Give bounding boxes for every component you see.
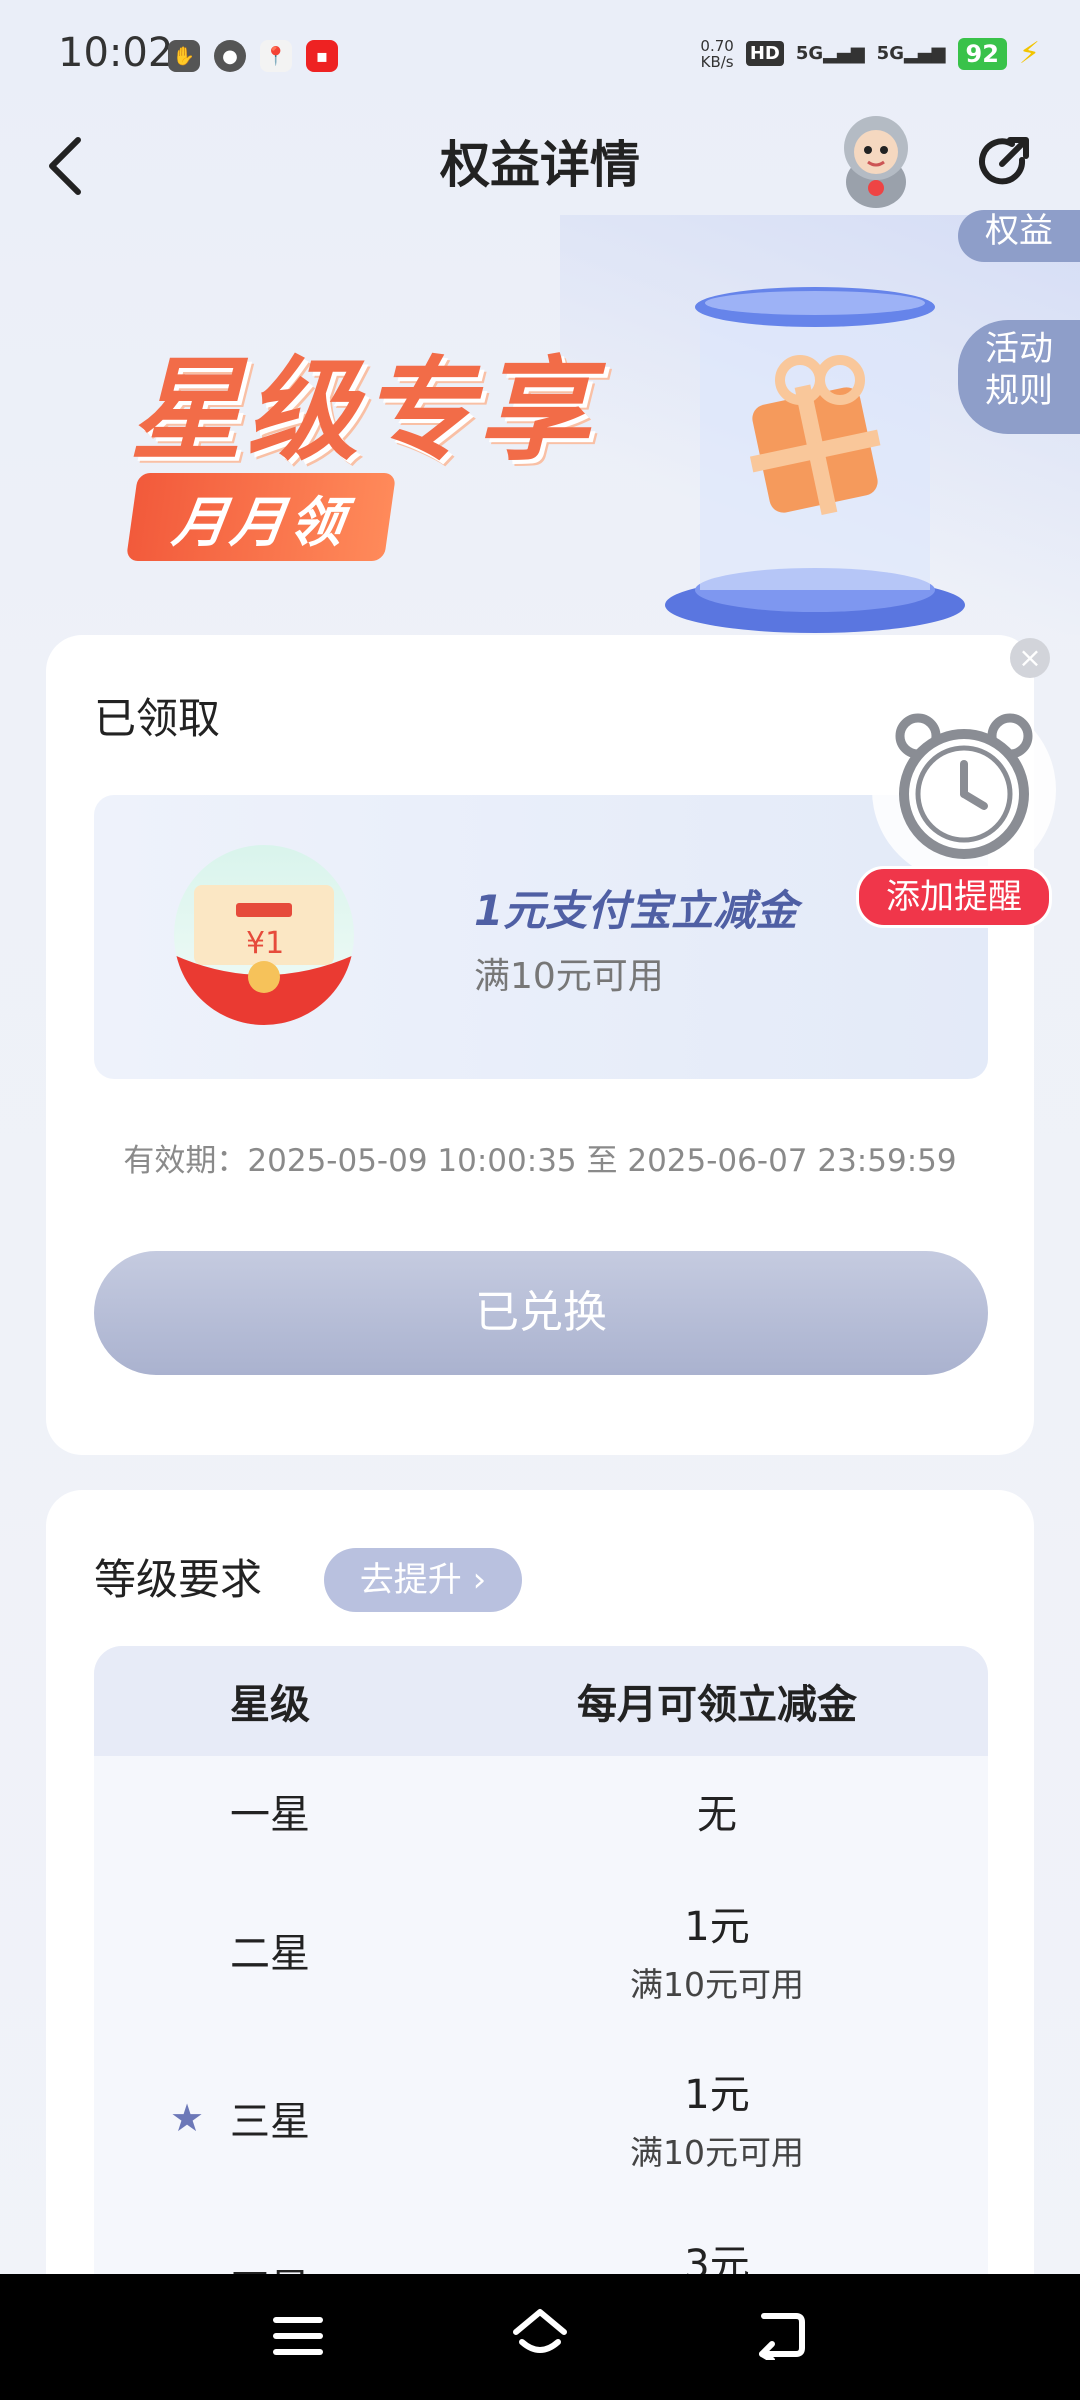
table-row: 二星 1元 满10元可用 [94, 1866, 988, 2034]
banner-title: 星级专享 [130, 346, 594, 476]
red-packet-image: ¥1 [174, 845, 354, 1025]
row-amount-condition: 满10元可用 [630, 2133, 804, 2172]
gift-jar-illustration [660, 285, 970, 635]
level-requirement-card: 等级要求 去提升 › 星级 每月可领立减金 一星 无 二星 1元 满10元可用 [46, 1490, 1034, 2400]
banner-tag: 月月领 [125, 473, 397, 561]
table-header: 星级 每月可领立减金 [94, 1646, 988, 1756]
network-speed-value: 0.70 [700, 36, 734, 55]
share-icon [979, 137, 1029, 185]
shop-icon: ▪ [306, 40, 338, 72]
red-packet-amount: ¥1 [246, 926, 284, 961]
side-tab-benefits-label: 权益 [985, 211, 1053, 251]
upgrade-button-label: 去提升 [359, 1560, 462, 1600]
sim2-label: 5G [876, 43, 904, 64]
share-button[interactable] [972, 130, 1036, 194]
sim1-label: 5G [795, 43, 824, 64]
hd-icon: HD [745, 41, 784, 66]
banner-tag-label: 月月领 [168, 490, 352, 554]
status-time: 10:02 [58, 30, 174, 76]
row-amount: 1元 满10元可用 [446, 2062, 988, 2174]
row-level: 二星 [230, 1931, 310, 1977]
row-level: 一星 [230, 1792, 310, 1838]
chevron-right-icon: › [472, 1560, 487, 1600]
table-row-current: ★ 三星 1元 满10元可用 [94, 2034, 988, 2202]
claimed-section-title: 已领取 [94, 694, 221, 743]
signal-icon-sim2: 5G▂▄▆ [876, 43, 946, 64]
add-reminder-button[interactable]: 添加提醒 [856, 866, 1052, 928]
row-amount: 1元 满10元可用 [446, 1894, 988, 2006]
charging-icon: ⚡ [1018, 36, 1040, 71]
hero-banner: 星级专享 月月领 权益 活动 规则 [0, 210, 1080, 635]
back-nav-icon[interactable] [754, 2308, 806, 2360]
signal-icon-sim1: 5G▂▄▆ [795, 43, 865, 64]
status-indicators: 0.70 KB/s HD 5G▂▄▆ 5G▂▄▆ 92 ⚡ [700, 36, 1040, 71]
coupon-card: ¥1 1元支付宝立减金 满10元可用 [94, 795, 988, 1079]
map-icon: 📍 [260, 40, 292, 72]
row-amount-condition: 满10元可用 [630, 1965, 804, 2004]
column-header-level: 星级 [230, 1682, 310, 1728]
level-section-title: 等级要求 [94, 1555, 263, 1604]
app-notification-icon: ✋ [168, 40, 200, 72]
coupon-name: 1元支付宝立减金 [474, 886, 798, 935]
close-reminder-button[interactable]: × [1010, 638, 1050, 678]
row-amount-value: 1元 [684, 2072, 750, 2118]
side-tab-rules[interactable]: 活动 规则 [958, 320, 1080, 434]
current-level-star-icon: ★ [170, 2096, 205, 2140]
row-amount-value: 1元 [684, 1904, 750, 1950]
upgrade-button[interactable]: 去提升 › [324, 1548, 522, 1612]
column-header-amount: 每月可领立减金 [577, 1682, 857, 1728]
close-icon: × [1018, 641, 1042, 674]
message-icon: ● [214, 40, 246, 72]
header: 权益详情 [0, 110, 1080, 230]
coupon-condition: 满10元可用 [474, 956, 664, 997]
mascot-icon[interactable] [828, 110, 924, 210]
network-speed: 0.70 KB/s [700, 38, 733, 70]
network-speed-unit: KB/s [700, 52, 734, 71]
row-amount: 无 [446, 1782, 988, 1840]
side-tab-benefits[interactable]: 权益 [958, 210, 1080, 262]
side-tab-rules-label: 活动 规则 [985, 329, 1053, 411]
row-amount-value: 无 [697, 1792, 737, 1838]
status-bar: 10:02 ✋ ● 📍 ▪ 0.70 KB/s HD 5G▂▄▆ 5G▂▄▆ 9… [0, 0, 1080, 110]
table-row: 一星 无 [94, 1756, 988, 1866]
system-nav-bar [0, 2274, 1080, 2400]
page: 10:02 ✋ ● 📍 ▪ 0.70 KB/s HD 5G▂▄▆ 5G▂▄▆ 9… [0, 0, 1080, 2400]
validity-period: 有效期：2025-05-09 10:00:35 至 2025-06-07 23:… [123, 1143, 957, 1179]
redeemed-button[interactable]: 已兑换 [94, 1251, 988, 1375]
row-level: 三星 [230, 2099, 310, 2145]
home-icon[interactable] [510, 2306, 570, 2362]
battery-icon: 92 [957, 37, 1007, 70]
menu-icon[interactable] [272, 2314, 324, 2358]
notification-icons: ✋ ● 📍 ▪ [168, 40, 338, 72]
alarm-clock-icon[interactable] [864, 690, 1064, 890]
